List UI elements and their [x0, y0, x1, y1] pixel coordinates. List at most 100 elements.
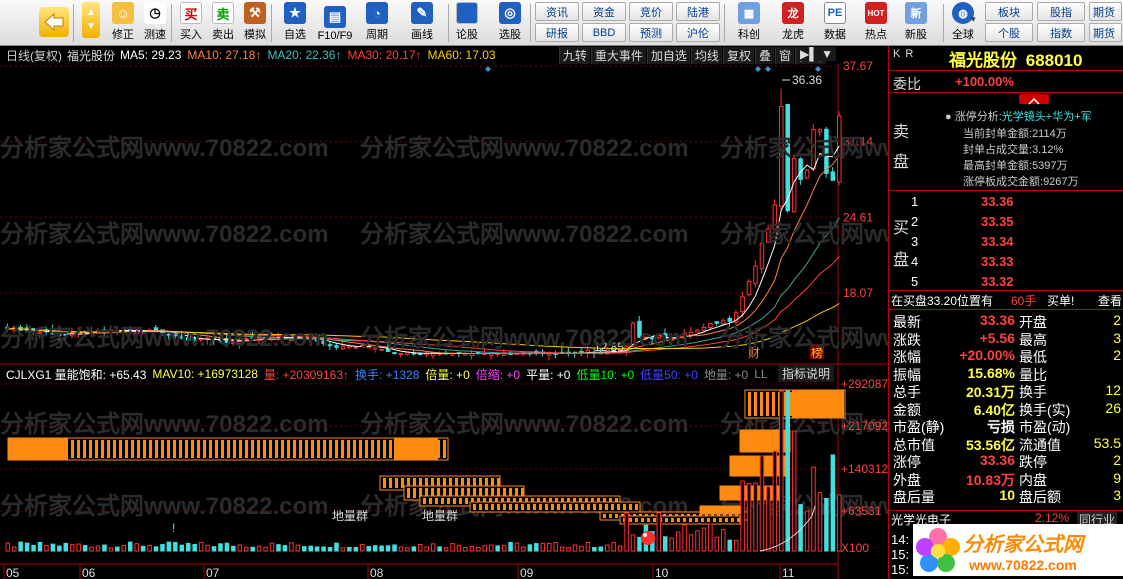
watermark-text: 分析家公式网www.70822.com: [360, 410, 689, 438]
toolbar-data-button[interactable]: PE 数据: [818, 2, 852, 44]
buy-icon: 买: [180, 2, 202, 24]
volume-bar: [669, 537, 674, 552]
volume-bar: [192, 543, 197, 552]
indicator-block: [394, 438, 438, 460]
toolbar-grid-button[interactable]: 期货: [1089, 23, 1122, 42]
toolbar-kechuang-button[interactable]: ▦ 科创: [732, 2, 766, 44]
indicator-help-button[interactable]: 指标说明: [777, 365, 834, 382]
indicator-stripe: [149, 440, 152, 458]
toolbar-grid-button[interactable]: 期货: [1089, 2, 1122, 21]
toolbar-select-stock-button[interactable]: ◎ 选股: [495, 2, 525, 44]
indicator-stripe: [263, 440, 266, 458]
indicator-value: 换手: +1328: [355, 367, 420, 382]
toolbar-discuss-button[interactable]: 论论股: [452, 2, 482, 44]
indicator-stripe: [701, 518, 704, 522]
bid-price: 33.34: [981, 234, 1014, 249]
indicator-stripe: [677, 518, 680, 522]
toolbar-grid-button[interactable]: 资讯: [535, 2, 579, 21]
back-button[interactable]: [38, 2, 70, 44]
toolbar-grid-button[interactable]: 个股: [985, 23, 1033, 42]
price-tick-label: 37.67: [843, 59, 873, 73]
toolbar-label: 热点: [865, 29, 887, 41]
period-icon: ◔: [366, 2, 388, 24]
toolbar-f10-button[interactable]: ▤ F10/F9: [315, 2, 355, 44]
volume-bar: [269, 542, 275, 552]
volume-bar: [572, 544, 578, 552]
toolbar-hammer-button[interactable]: ⚒ 模拟: [240, 2, 270, 44]
toolbar-label: 新股: [905, 29, 927, 41]
volume-bar: [173, 541, 178, 552]
discuss-icon: 论: [456, 2, 478, 24]
toolbar-buy-button[interactable]: 买买入: [176, 2, 206, 44]
toolbar-label: 测速: [144, 29, 166, 41]
toolbar-clock-button[interactable]: ◷ 测速: [140, 2, 170, 44]
indicator-stripe: [569, 504, 572, 510]
globe-dropdown-icon[interactable]: ▾: [971, 14, 976, 25]
volume-bar: [250, 546, 255, 552]
candle-body: [695, 329, 700, 333]
volume-bar: [727, 539, 732, 552]
kline-chart-area[interactable]: 日线(复权) 福光股份 MA5: 29.23 MA10: 27.18↑ MA20: …: [0, 46, 888, 579]
volume-bar: [766, 486, 771, 552]
indicator-stripe: [341, 440, 344, 458]
toolbar-grid-button[interactable]: 预测: [629, 23, 673, 42]
candle-body: [817, 129, 823, 133]
clock-icon: ◷: [144, 2, 166, 24]
indicator-stripe: [766, 392, 769, 416]
toolbar-new-stock-button[interactable]: 新新股: [899, 2, 933, 44]
quote-value: 10: [999, 487, 1015, 503]
indicator-stripe: [551, 504, 554, 510]
volume-bar: [295, 544, 301, 552]
indicator-stripe: [215, 440, 218, 458]
indicator-stripe: [497, 504, 500, 510]
candle-body: [392, 352, 397, 355]
indicator-stripe: [359, 440, 362, 458]
toolbar-hot-button[interactable]: HOT 热点: [859, 2, 893, 44]
bid-level: 1: [911, 194, 919, 209]
indicator-stripe: [257, 440, 260, 458]
indicator-block: [699, 505, 741, 515]
toolbar-draw-line-button[interactable]: ✎ 画线: [407, 2, 437, 44]
volume-bar: [617, 545, 623, 552]
indicator-stripe: [311, 440, 314, 458]
toolbar-grid-button[interactable]: 竞价: [629, 2, 673, 21]
indicator-stripe: [83, 440, 86, 458]
toolbar-period-button[interactable]: ◔ 周期: [362, 2, 392, 44]
status-check-link[interactable]: 查看: [1098, 292, 1122, 309]
indicator-stripe: [533, 504, 536, 510]
volume-bar: [385, 545, 391, 552]
indicator-stripe: [527, 504, 530, 510]
toolbar-star-folder-button[interactable]: ★ 自选: [280, 2, 310, 44]
toolbar-star-button[interactable]: ☺ 修正: [108, 2, 138, 44]
toolbar-grid-button[interactable]: BBD: [582, 23, 626, 42]
watermark-text: 分析家公式网www.70822.com: [720, 220, 888, 248]
limit-stat-label: 封单占成交量:: [963, 144, 1033, 156]
volume-bar: [437, 546, 442, 552]
toolbar-grid-button[interactable]: 沪伦: [676, 23, 720, 42]
volume-bar: [553, 541, 558, 552]
indicator-stripe: [95, 440, 98, 458]
indicator-stripe: [429, 498, 432, 504]
collapse-icon[interactable]: [1019, 94, 1049, 105]
indicator-stripe: [353, 440, 356, 458]
bid-level: 4: [911, 254, 919, 269]
toolbar-grid-button[interactable]: 研报: [535, 23, 579, 42]
toolbar-dragon-tiger-button[interactable]: 龙龙虎: [776, 2, 810, 44]
toolbar-grid-button[interactable]: 指数: [1037, 23, 1085, 42]
volume-bar: [430, 543, 436, 552]
toolbar-grid-button[interactable]: 股指: [1037, 2, 1085, 21]
toolbar-label: 数据: [824, 29, 846, 41]
toolbar-grid-button[interactable]: 陆港: [676, 2, 720, 21]
volume-bar: [501, 544, 507, 552]
toolbar-grid-button[interactable]: 板块: [985, 2, 1033, 21]
limit-analysis: ● 涨停分析:光学镜头+华为+军: [945, 111, 1092, 123]
quote-value: 33.36: [979, 452, 1015, 468]
kr-label: K R: [893, 48, 915, 60]
new-stock-icon: 新: [905, 2, 927, 24]
volume-marker-icon: !: [172, 521, 175, 535]
scroll-up-down-button[interactable]: ▲ ▼: [78, 2, 104, 44]
toolbar-sell-button[interactable]: 卖卖出: [208, 2, 238, 44]
volume-bar: [527, 544, 533, 552]
volume-bar: [24, 542, 30, 552]
toolbar-grid-button[interactable]: 资金: [582, 2, 626, 21]
